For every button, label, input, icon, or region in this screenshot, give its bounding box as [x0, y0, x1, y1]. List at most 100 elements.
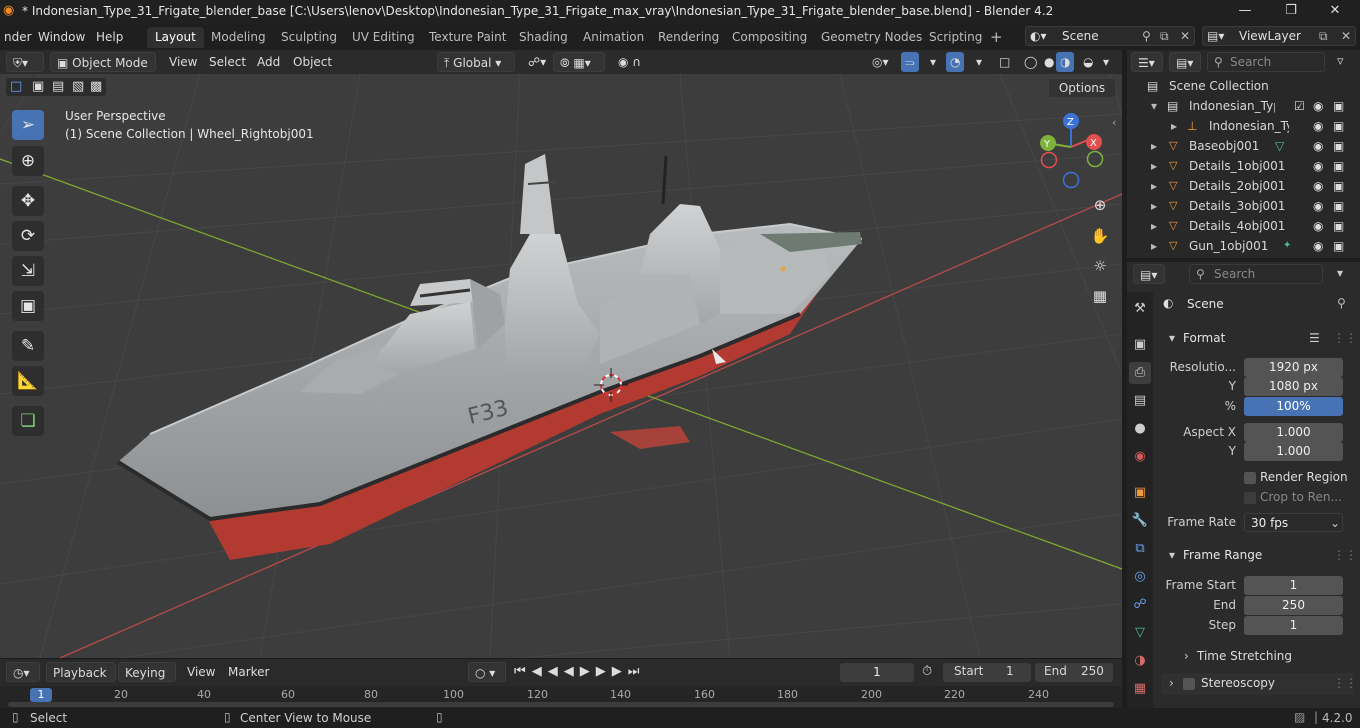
tab-layout[interactable]: Layout	[147, 27, 204, 48]
frame-rate-dropdown[interactable]: 30 fps ⌄	[1244, 513, 1343, 532]
xray-icon[interactable]: □	[993, 52, 1016, 72]
timeline-view-menu[interactable]: View	[181, 662, 221, 682]
checkbox-icon[interactable]: ☑	[1294, 96, 1305, 116]
data-tab-icon[interactable]: ▽	[1129, 622, 1151, 644]
format-panel-header[interactable]: ▾ Format ☰ ⋮⋮	[1161, 326, 1357, 350]
camera-view-icon[interactable]: ☼	[1086, 252, 1114, 280]
properties-options-icon[interactable]: ▾	[1337, 266, 1343, 280]
constraints-tab-icon[interactable]: ☍	[1129, 594, 1151, 616]
move-tool-icon[interactable]: ✥	[12, 186, 44, 216]
proportional-edit-icon[interactable]: ◉ ∩	[612, 52, 647, 72]
maximize-button[interactable]: ❐	[1268, 0, 1314, 24]
eye-icon[interactable]: ◉	[1313, 176, 1323, 196]
end-frame-field[interactable]: End 250	[1035, 663, 1113, 682]
menu-object[interactable]: Object	[287, 52, 338, 72]
tab-sculpting[interactable]: Sculpting	[273, 27, 345, 48]
expand-icon[interactable]: ▸	[1151, 236, 1157, 256]
outliner-row[interactable]: ▸ ▽ Details_4obj001 ◉ ▣	[1127, 216, 1360, 236]
scene-tab-icon[interactable]: ●	[1129, 418, 1151, 440]
render-tab-icon[interactable]: ▣	[1129, 334, 1151, 356]
properties-search-input[interactable]: ⚲ Search	[1189, 264, 1323, 284]
menu-select[interactable]: Select	[203, 52, 252, 72]
resolution-x-field[interactable]: 1920 px	[1244, 358, 1343, 377]
expand-icon[interactable]: ▸	[1171, 116, 1177, 136]
outliner-row[interactable]: ▸ ▽ Details_2obj001 ◉ ▣	[1127, 176, 1360, 196]
aspect-x-field[interactable]: 1.000	[1244, 423, 1343, 442]
play-reverse-icon[interactable]: ◀	[564, 664, 580, 679]
tool-tab-icon[interactable]: ⚒	[1129, 298, 1151, 320]
stopwatch-icon[interactable]: ⏱	[922, 664, 932, 679]
outliner-editor-type-icon[interactable]: ☰▾	[1131, 52, 1163, 72]
object-tab-icon[interactable]: ▣	[1129, 482, 1151, 504]
outliner-row[interactable]: ▸ ▽ Details_3obj001 ◉ ▣	[1127, 196, 1360, 216]
camera-icon[interactable]: ▣	[1333, 136, 1344, 156]
rotate-tool-icon[interactable]: ⟳	[12, 221, 44, 251]
cursor-tool-icon[interactable]: ⊕	[12, 146, 44, 176]
world-tab-icon[interactable]: ◉	[1129, 446, 1151, 468]
scale-tool-icon[interactable]: ⇲	[12, 256, 44, 286]
properties-editor-type-icon[interactable]: ▤▾	[1133, 264, 1165, 284]
current-frame-field[interactable]: 1	[840, 663, 914, 682]
eye-icon[interactable]: ◉	[1313, 96, 1323, 116]
playhead[interactable]: 1	[30, 688, 52, 702]
outliner-root-row[interactable]: ▤ Scene Collection	[1127, 76, 1360, 96]
outliner-row[interactable]: ▸ ▽ Details_1obj001 ◉ ▣	[1127, 156, 1360, 176]
eye-icon[interactable]: ◉	[1313, 216, 1323, 236]
pin-icon[interactable]: ⚲	[1337, 296, 1346, 310]
start-frame-field[interactable]: Start 1	[943, 663, 1031, 682]
collapse-icon[interactable]: ▾	[1151, 96, 1157, 116]
selection-mode-bar[interactable]: □ ▣ ▤ ▧ ▩	[6, 78, 106, 96]
display-mode-icon[interactable]: ▤▾	[1169, 52, 1201, 72]
delete-scene-icon[interactable]: ✕	[1180, 27, 1190, 45]
expand-icon[interactable]: ▸	[1151, 196, 1157, 216]
measure-tool-icon[interactable]: 📐	[12, 366, 44, 396]
gizmo-dropdown-icon[interactable]: ▾	[924, 52, 942, 72]
tab-rendering[interactable]: Rendering	[650, 27, 727, 48]
presets-icon[interactable]: ☰	[1309, 326, 1320, 350]
texture-tab-icon[interactable]: ▦	[1129, 678, 1151, 700]
aspect-y-field[interactable]: 1.000	[1244, 442, 1343, 461]
camera-icon[interactable]: ▣	[1333, 196, 1344, 216]
playback-controls[interactable]: ⏮◀◀◀▶▶▶⏭	[514, 664, 645, 679]
gizmo-toggle-icon[interactable]: ⥰	[901, 52, 919, 72]
zoom-icon[interactable]: ⊕	[1086, 191, 1114, 219]
auto-keying-icon[interactable]: ○ ▾	[468, 662, 506, 682]
drag-handle-icon[interactable]: ⋮⋮	[1333, 676, 1357, 690]
camera-icon[interactable]: ▣	[1333, 96, 1344, 116]
resolution-percent-field[interactable]: 100%	[1244, 397, 1343, 416]
stereoscopy-panel-header[interactable]: › Stereoscopy ⋮⋮	[1161, 673, 1357, 695]
eye-icon[interactable]: ◉	[1313, 116, 1323, 136]
ortho-grid-icon[interactable]: ▦	[1086, 282, 1114, 310]
time-stretching-subpanel[interactable]: › Time Stretching	[1180, 647, 1340, 667]
navigation-gizmo[interactable]: Z X Y	[1040, 113, 1104, 189]
annotate-tool-icon[interactable]: ✎	[12, 331, 44, 361]
select-invert-icon[interactable]: ▧	[72, 79, 84, 94]
eye-icon[interactable]: ◉	[1313, 136, 1323, 156]
tab-uv-editing[interactable]: UV Editing	[344, 27, 423, 48]
eye-icon[interactable]: ◉	[1313, 236, 1323, 256]
playback-menu[interactable]: Playback ▾	[46, 662, 116, 700]
frame-start-field[interactable]: 1	[1244, 576, 1343, 595]
outliner-row[interactable]: ▾ ▤ Indonesian_Type_3 ☑ ◉ ▣	[1127, 96, 1360, 116]
transform-tool-icon[interactable]: ▣	[12, 291, 44, 321]
timeline-marker-menu[interactable]: Marker	[222, 662, 275, 682]
frame-ruler[interactable]: 1 20 40 60 80 100 120 140 160 180 200 22…	[0, 686, 1122, 709]
menu-window[interactable]: Window	[32, 28, 91, 46]
snap-toggle-icon[interactable]: ⦾ ▦▾	[553, 52, 605, 72]
eye-icon[interactable]: ◉	[1313, 196, 1323, 216]
sidebar-toggle-icon[interactable]: ‹	[1112, 116, 1116, 129]
select-intersect-icon[interactable]: ▩	[90, 79, 102, 94]
stereoscopy-checkbox[interactable]	[1183, 678, 1195, 690]
tab-animation[interactable]: Animation	[575, 27, 652, 48]
expand-icon[interactable]: ▸	[1151, 216, 1157, 236]
tab-compositing[interactable]: Compositing	[724, 27, 815, 48]
menu-help[interactable]: Help	[90, 28, 129, 46]
transform-orientation-dropdown[interactable]: ⤒ Global ▾	[437, 52, 515, 72]
material-shading-icon[interactable]: ◑	[1056, 52, 1075, 72]
physics-tab-icon[interactable]: ◎	[1129, 566, 1151, 588]
expand-icon[interactable]: ▸	[1151, 176, 1157, 196]
eye-icon[interactable]: ◉	[1313, 156, 1323, 176]
camera-icon[interactable]: ▣	[1333, 236, 1344, 256]
add-cube-tool-icon[interactable]: ❏	[12, 406, 44, 436]
camera-icon[interactable]: ▣	[1333, 216, 1344, 236]
